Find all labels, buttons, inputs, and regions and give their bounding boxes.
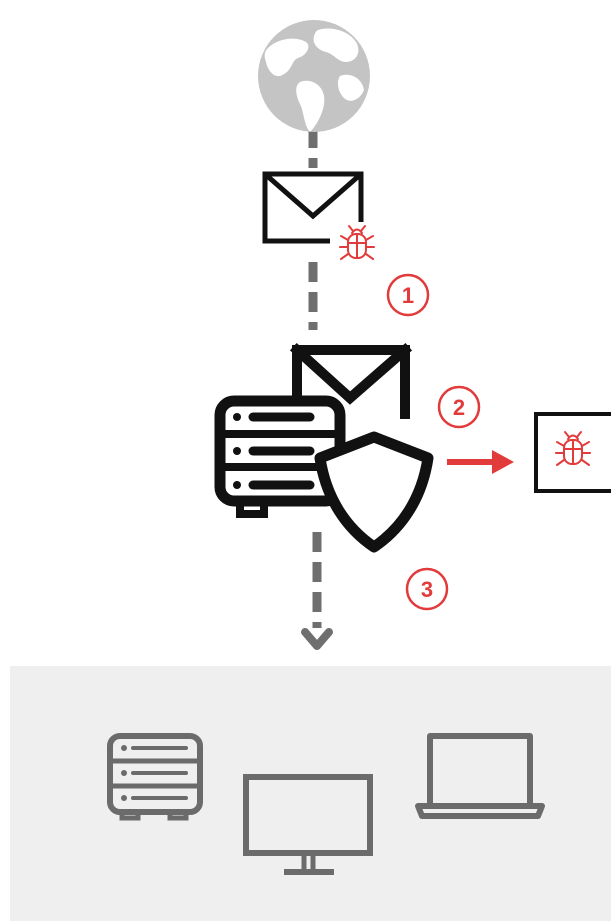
email-security-flow-diagram: 1 2 3 [10,20,611,921]
mail-server-shield-icon [214,342,434,553]
step-number: 3 [421,577,433,602]
step-badge-3: 3 [405,567,449,611]
step-number: 2 [453,395,465,420]
arrow-right-icon [447,450,514,474]
globe-icon [258,20,370,132]
step-badge-1: 1 [386,273,430,317]
arrow-down-icon [301,628,333,650]
shield-icon [314,431,434,553]
step-number: 1 [402,283,414,308]
step-badge-2: 2 [437,385,481,429]
destination-panel [10,666,611,921]
